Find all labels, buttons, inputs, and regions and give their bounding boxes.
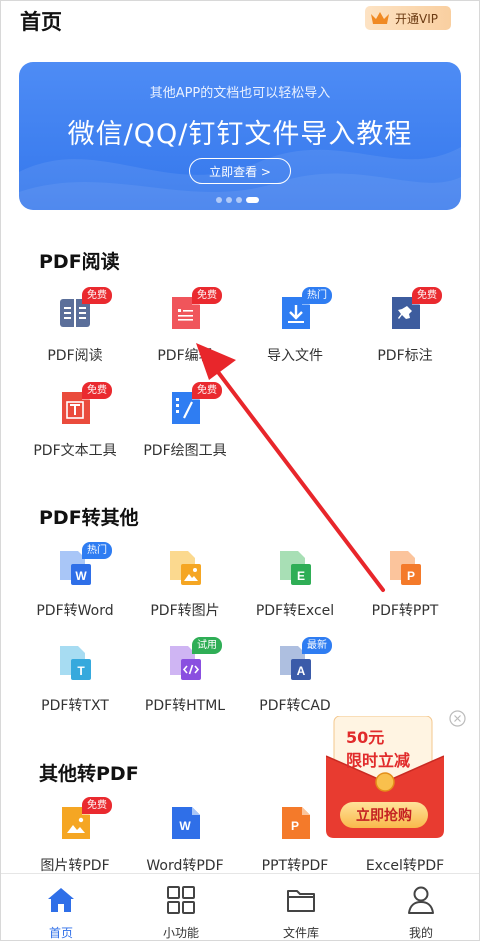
tool-pdf-to-word[interactable]: W 热门 PDF转Word [20,542,130,630]
svg-text:P: P [407,569,415,583]
badge-free: 免费 [82,797,112,814]
section-title-pdf-to-other: PDF转其他 [39,507,139,529]
user-icon [408,886,434,914]
banner-title: 微信/QQ/钉钉文件导入教程 [67,119,413,150]
nav-label: 小功能 [162,926,199,940]
tool-label: Excel转PDF [365,858,445,874]
promo-buy-button[interactable]: 立即抢购 [340,802,428,828]
tool-label: PDF绘图工具 [143,443,227,459]
nav-label: 文件库 [282,926,319,940]
badge-free: 免费 [412,287,442,304]
banner-view-button[interactable]: 立即查看 > [189,158,291,184]
section-title-pdf-read: PDF阅读 [39,251,120,273]
excel-doc-icon: E [280,551,311,585]
badge-trial: 试用 [192,637,222,654]
promo-red-packet[interactable]: 50元 限时立减 立即抢购 [326,716,444,838]
tool-pdf-draw[interactable]: 免费 PDF绘图工具 [130,382,240,470]
badge-new: 最新 [302,637,332,654]
ppt-doc-icon: P [390,551,421,585]
nav-me[interactable]: 我的 [361,874,480,941]
badge-free: 免费 [192,382,222,399]
image-doc-icon [170,551,201,585]
tool-label: PDF转CAD [259,698,331,714]
svg-text:W: W [179,819,191,833]
pager-dot [226,197,232,203]
tool-pdf-to-excel[interactable]: E PDF转Excel [240,550,350,630]
home-icon [48,888,74,912]
tool-pdf-read[interactable]: 免费 PDF阅读 [20,287,130,375]
section-title-other-to-pdf: 其他转PDF [39,763,139,785]
promo-amount: 50元 [346,728,385,747]
pager-dot [236,197,242,203]
tool-pdf-to-html[interactable]: 试用 PDF转HTML [130,637,240,725]
tool-import-file[interactable]: 热门 导入文件 [240,287,350,375]
tool-pdf-to-cad[interactable]: A 最新 PDF转CAD [240,637,350,725]
badge-hot: 热门 [82,542,112,559]
promo-description: 限时立减 [346,751,411,770]
import-tutorial-banner[interactable]: 其他APP的文档也可以轻松导入 微信/QQ/钉钉文件导入教程 立即查看 > [19,62,461,210]
nav-label: 首页 [48,926,73,940]
nav-home[interactable]: 首页 [1,874,121,941]
tool-pdf-to-txt[interactable]: T PDF转TXT [20,645,130,725]
page-title: 首页 [20,10,62,34]
tool-pdf-to-image[interactable]: PDF转图片 [130,550,240,630]
svg-text:W: W [75,569,87,583]
badge-free: 免费 [192,287,222,304]
ppt-to-pdf-icon: P [282,807,310,839]
nav-tools[interactable]: 小功能 [121,874,241,941]
nav-label: 我的 [408,926,433,940]
badge-free: 免费 [82,287,112,304]
tool-label: PDF转PPT [371,603,439,619]
tool-pdf-edit[interactable]: 免费 PDF编辑 [130,287,240,375]
tool-pdf-to-ppt[interactable]: P PDF转PPT [350,550,460,630]
svg-text:T: T [77,664,85,678]
tool-pdf-annotate[interactable]: 免费 PDF标注 [350,287,460,375]
nav-file-library[interactable]: 文件库 [241,874,361,941]
svg-text:A: A [297,664,306,678]
folder-icon [287,890,315,912]
badge-free: 免费 [82,382,112,399]
vip-button-label: 开通VIP [395,11,438,26]
banner-subtitle: 其他APP的文档也可以轻松导入 [149,86,331,101]
svg-text:P: P [291,819,299,833]
vip-button[interactable]: 开通VIP [365,6,451,30]
word-to-pdf-icon: W [172,807,200,839]
banner-pager-dots [216,197,259,203]
badge-hot: 热门 [302,287,332,304]
pager-dot [216,197,222,203]
bottom-navigation: 首页 小功能 文件库 我的 [1,873,479,940]
tool-label: PDF标注 [377,348,433,364]
pager-dot-active [246,197,259,203]
grid-icon [167,886,195,914]
txt-doc-icon: T [60,646,91,680]
crown-icon [371,12,389,24]
tool-pdf-text[interactable]: 免费 PDF文本工具 [20,382,130,470]
svg-text:E: E [297,569,305,583]
close-icon[interactable] [449,710,466,727]
